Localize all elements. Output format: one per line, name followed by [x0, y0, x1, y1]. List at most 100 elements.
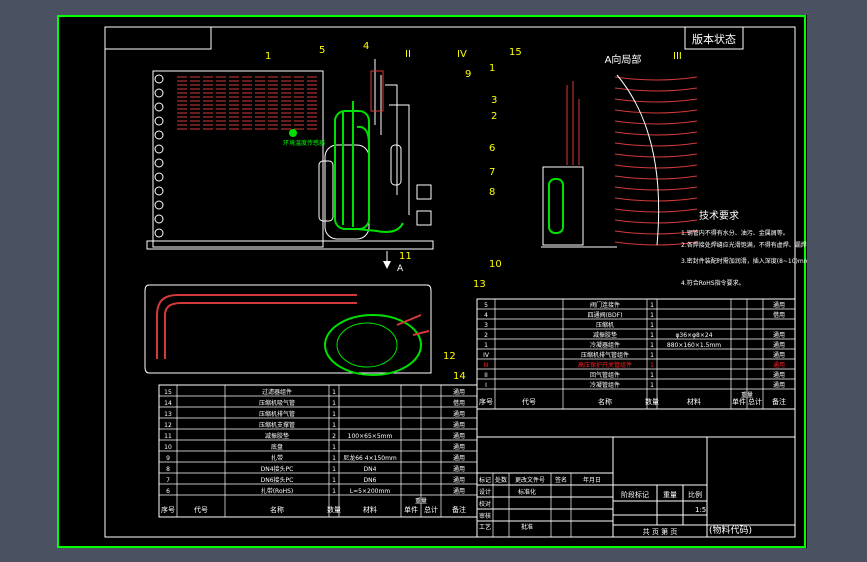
table-cell: 2	[484, 332, 488, 339]
table-cell: 6	[166, 488, 170, 495]
base-pan	[146, 240, 434, 250]
table-cell: DN4接头PC	[261, 465, 294, 473]
table-cell: 1	[332, 411, 336, 418]
coil-bend	[154, 130, 164, 140]
table-cell: I	[485, 382, 487, 389]
coil-bend	[154, 144, 164, 154]
table-header-cell: 总计	[424, 505, 438, 514]
table-cell: DN6	[364, 477, 377, 484]
ambient-sensor	[289, 129, 297, 137]
callout-16: III	[673, 51, 682, 62]
top-compressor	[324, 314, 422, 376]
table-cell: 1	[650, 312, 654, 319]
table-cell: 1	[332, 389, 336, 396]
table-cell: 1	[650, 362, 654, 369]
table-cell: 通用	[773, 381, 785, 389]
table-cell: L=5×200mm	[350, 488, 391, 495]
version-status-label: 版本状态	[692, 32, 736, 46]
table-cell: 1	[332, 488, 336, 495]
revision-cell: 更改文件号	[515, 476, 545, 484]
coil-end-bends	[154, 74, 164, 238]
table-cell: 冷凝器组件	[590, 341, 620, 349]
part-callouts: 15 4II IV9326781011151III131214	[265, 41, 682, 382]
table-cell: 压缩机吸气管	[259, 399, 295, 407]
muffler	[390, 144, 402, 186]
table-cell: 1	[332, 444, 336, 451]
callout-11: 8	[489, 187, 495, 198]
table-cell: 通用	[453, 410, 465, 418]
table-cell: 减振胶垫	[593, 331, 617, 339]
coil-bend	[154, 186, 164, 196]
tech-req-2: 2.各焊接处焊缝应光滑饱满，不得有虚焊、漏焊，焊缝等缺陷。	[681, 241, 807, 249]
coil-bend	[154, 228, 164, 238]
callout-5: IV	[457, 49, 467, 60]
table-header-cell: 名称	[598, 397, 612, 406]
service-valve-top	[416, 184, 432, 200]
signature-label: 标准化	[518, 488, 536, 496]
table-cell: 通用	[453, 454, 465, 462]
table-cell: 压缩机排气管组件	[581, 351, 629, 359]
side-fin	[614, 175, 698, 180]
side-fin	[614, 142, 698, 147]
table-cell: 冷凝管组件	[590, 381, 620, 389]
coil-bend	[154, 88, 164, 98]
table-cell: 1	[650, 322, 654, 329]
table-cell: 1	[650, 302, 654, 309]
callout-7: 3	[491, 95, 497, 106]
side-compressor	[548, 178, 564, 234]
table-cell: 7	[166, 477, 170, 484]
table-cell: 借用	[453, 399, 465, 407]
table-cell: 10	[164, 444, 172, 451]
side-fin	[614, 131, 698, 136]
cad-drawing[interactable]: 版本状态 环境温度传感器 A A向局部 15 4II IV93267810111…	[57, 15, 807, 548]
table-cell: 通用	[453, 388, 465, 396]
side-fin	[614, 219, 698, 224]
table-cell: 1	[332, 477, 336, 484]
table-header-weight: 重量	[741, 391, 753, 399]
coil-bend	[154, 172, 164, 182]
coil-bend	[154, 200, 164, 210]
revision-cell: 处数	[495, 476, 507, 484]
table-cell: 四通阀(BDF)	[588, 311, 623, 319]
svg-text:A: A	[397, 264, 404, 274]
table-cell: 5	[484, 302, 488, 309]
side-fin	[614, 186, 698, 191]
top-left-box	[104, 26, 212, 50]
side-fin	[614, 76, 698, 81]
side-fin	[614, 120, 698, 125]
callout-17: 13	[473, 279, 486, 290]
table-header-cell: 数量	[645, 397, 659, 406]
side-condenser-fins	[614, 76, 698, 246]
callout-12: 10	[489, 259, 502, 270]
callout-8: 2	[491, 111, 497, 122]
side-fin	[614, 109, 698, 114]
revision-cells: 标记 处数 更改文件号 签名 年月日	[479, 473, 601, 537]
table-cell: 回气管组件	[590, 371, 620, 379]
suction-pipe	[342, 101, 370, 227]
side-pipes	[566, 81, 580, 165]
title-block: (物料代码) 1:5 阶段标记 重量 比例 共 页 第 页 标记 处数 更改文件号 签…	[476, 436, 796, 538]
scale-label: 比例	[688, 490, 702, 499]
table-cell: 1	[332, 455, 336, 462]
table-header-weight: 重量	[415, 497, 427, 505]
table-header-cell: 备注	[452, 505, 466, 514]
view-a-label: A向局部	[605, 53, 642, 66]
top-view	[144, 284, 432, 376]
table-cell: 通用	[773, 351, 785, 359]
tech-req-4: 4.符合RoHS指令要求。	[681, 279, 745, 287]
table-cell: 1	[650, 382, 654, 389]
front-view: 环境温度传感器	[146, 59, 434, 250]
weight-label: 重量	[663, 491, 677, 499]
side-fin	[614, 208, 698, 213]
side-fin	[614, 153, 698, 158]
tech-req-1: 1.钢管内不得有水分、油污、金属屑等。	[681, 229, 789, 237]
table-cell: 过滤器组件	[262, 388, 292, 396]
table-cell: 通用	[453, 443, 465, 451]
table-cell: 底盘	[271, 443, 283, 451]
side-fin	[614, 197, 698, 202]
table-cell: 2	[332, 433, 336, 440]
table-cell: 通用	[773, 331, 785, 339]
table-cell: 3	[484, 322, 488, 329]
callout-14: 15	[509, 47, 522, 58]
table-cell: 减振胶垫	[265, 432, 289, 440]
